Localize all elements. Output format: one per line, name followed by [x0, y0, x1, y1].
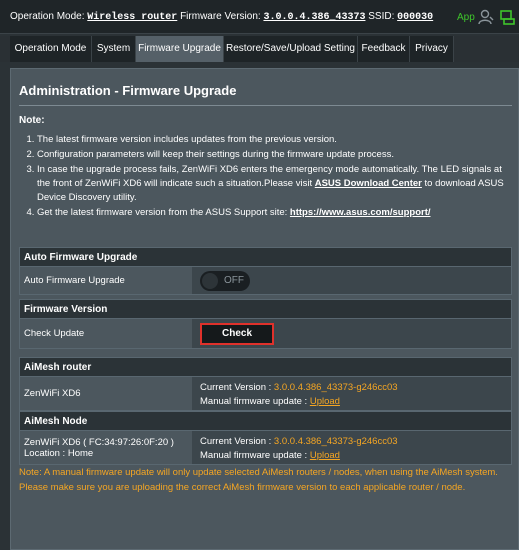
admin-tabs: Operation Mode System Firmware Upgrade R… [0, 36, 519, 62]
asus-download-center-link[interactable]: ASUS Download Center [315, 178, 422, 189]
note-text: The latest firmware version includes upd… [37, 134, 337, 145]
manual-update-label: Manual firmware update : [200, 450, 310, 461]
note-item: The latest firmware version includes upd… [37, 133, 509, 147]
router-version-info: Current Version : 3.0.0.4.386_43373-g246… [192, 377, 511, 410]
node-device-name: ZenWiFi XD6 ( FC:34:97:26:0F:20 ) [24, 436, 174, 448]
toggle-knob [202, 272, 218, 289]
section-heading: Auto Firmware Upgrade [19, 247, 512, 267]
auto-firmware-value: OFF [192, 267, 511, 294]
tab-operation-mode[interactable]: Operation Mode [10, 36, 92, 62]
title-divider [19, 105, 512, 106]
section-heading: AiMesh Node [19, 411, 512, 431]
page-title: Administration - Firmware Upgrade [19, 83, 237, 98]
node-device-info: ZenWiFi XD6 ( FC:34:97:26:0F:20 ) Locati… [20, 431, 192, 464]
firmware-version-label: Firmware Version: [180, 11, 261, 22]
aimesh-node-section: AiMesh Node ZenWiFi XD6 ( FC:34:97:26:0F… [19, 411, 512, 465]
usb-icon[interactable] [498, 8, 516, 26]
aimesh-router-row: ZenWiFi XD6 Current Version : 3.0.0.4.38… [19, 377, 512, 411]
router-device-name: ZenWiFi XD6 [20, 377, 192, 410]
tab-feedback[interactable]: Feedback [358, 36, 410, 62]
current-version-label: Current Version : [200, 382, 274, 393]
notes-list: The latest firmware version includes upd… [37, 133, 509, 221]
check-update-row: Check Update Check [19, 319, 512, 349]
node-upload-link[interactable]: Upload [310, 450, 340, 461]
note-heading: Note: [19, 115, 45, 126]
manual-update-label: Manual firmware update : [200, 396, 310, 407]
section-heading: Firmware Version [19, 299, 512, 319]
check-update-label: Check Update [20, 319, 192, 348]
ssid-link[interactable]: 000030 [397, 12, 433, 23]
app-link[interactable]: App [457, 12, 475, 23]
node-version-info: Current Version : 3.0.0.4.386_43373-g246… [192, 431, 511, 464]
firmware-version-section: Firmware Version Check Update Check [19, 299, 512, 349]
note-text: Get the latest firmware version from the… [37, 207, 290, 218]
aimesh-router-section: AiMesh router ZenWiFi XD6 Current Versio… [19, 357, 512, 411]
tab-privacy[interactable]: Privacy [410, 36, 454, 62]
auto-firmware-label: Auto Firmware Upgrade [20, 267, 192, 294]
ssid-label: SSID: [368, 11, 395, 22]
check-button[interactable]: Check [200, 322, 274, 345]
operation-mode-label: Operation Mode: [10, 11, 85, 22]
operation-mode-link[interactable]: Wireless router [87, 12, 177, 23]
auto-firmware-section: Auto Firmware Upgrade Auto Firmware Upgr… [19, 247, 512, 295]
main-panel: Administration - Firmware Upgrade Note: … [10, 68, 519, 550]
tab-firmware-upgrade[interactable]: Firmware Upgrade [136, 36, 224, 62]
user-icon[interactable] [477, 8, 495, 26]
current-version-label: Current Version : [200, 436, 274, 447]
asus-support-link[interactable]: https://www.asus.com/support/ [290, 207, 431, 218]
note-item: In case the upgrade process fails, ZenWi… [37, 163, 509, 205]
current-version-value: 3.0.0.4.386_43373-g246cc03 [273, 436, 398, 447]
auto-firmware-toggle[interactable]: OFF [200, 270, 250, 291]
router-manual-update: Manual firmware update : Upload [200, 395, 503, 409]
note-item: Configuration parameters will keep their… [37, 148, 509, 162]
note-text: Configuration parameters will keep their… [37, 149, 394, 160]
firmware-version-link[interactable]: 3.0.0.4.386_43373 [263, 12, 365, 23]
section-heading: AiMesh router [19, 357, 512, 377]
top-status-bar: Operation Mode: Wireless router Firmware… [0, 0, 519, 34]
check-update-value: Check [192, 319, 511, 348]
node-location: Location : Home [24, 447, 94, 459]
aimesh-node-row: ZenWiFi XD6 ( FC:34:97:26:0F:20 ) Locati… [19, 431, 512, 465]
router-current-version: Current Version : 3.0.0.4.386_43373-g246… [200, 381, 503, 395]
tab-restore-save-upload[interactable]: Restore/Save/Upload Setting [224, 36, 358, 62]
router-upload-link[interactable]: Upload [310, 396, 340, 407]
status-line: Operation Mode: Wireless router Firmware… [10, 11, 433, 23]
note-item: Get the latest firmware version from the… [37, 206, 509, 220]
tab-system[interactable]: System [92, 36, 136, 62]
current-version-value: 3.0.0.4.386_43373-g246cc03 [273, 382, 398, 393]
aimesh-footer-note: Note: A manual firmware update will only… [19, 467, 498, 493]
node-manual-update: Manual firmware update : Upload [200, 449, 503, 463]
node-current-version: Current Version : 3.0.0.4.386_43373-g246… [200, 435, 503, 449]
auto-firmware-row: Auto Firmware Upgrade OFF [19, 267, 512, 295]
toggle-state: OFF [224, 274, 244, 286]
